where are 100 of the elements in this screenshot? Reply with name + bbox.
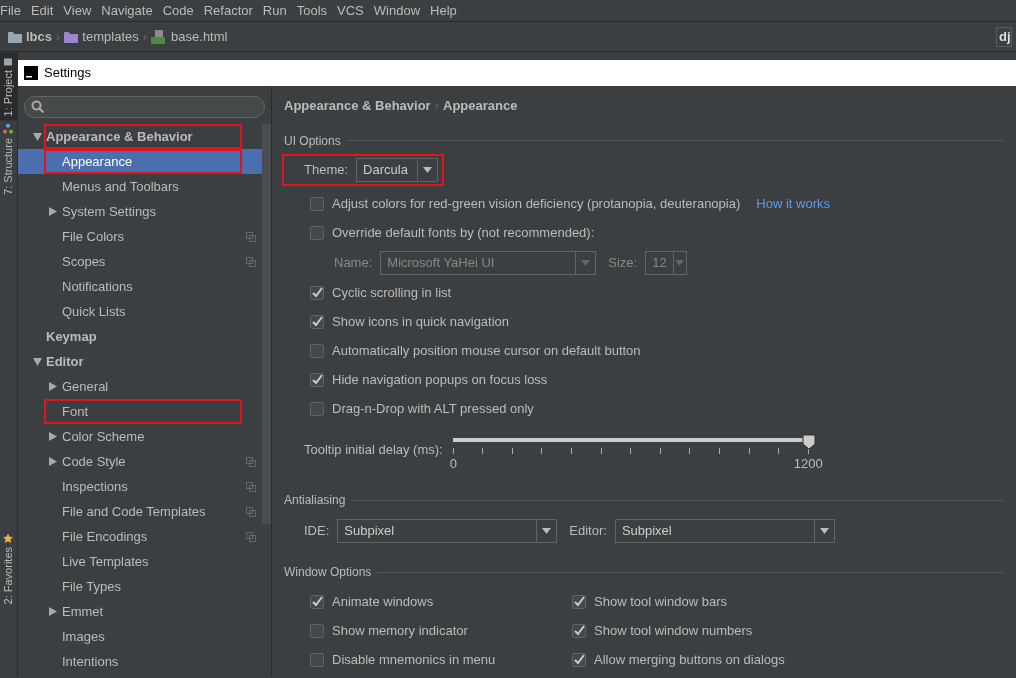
tool-window-tab[interactable]: 1: Project [0, 52, 17, 121]
menu-item[interactable]: Navigate [97, 0, 159, 21]
tree-item[interactable]: Menus and Toolbars [18, 174, 262, 199]
menu-item[interactable]: Code [158, 0, 200, 21]
copy-icon [246, 456, 256, 467]
tree-item[interactable]: Live Templates [18, 549, 262, 574]
checkbox[interactable] [572, 594, 586, 609]
menu-item[interactable]: File [0, 0, 27, 21]
copy-icon [246, 256, 256, 267]
menu-item[interactable]: Tools [292, 0, 334, 21]
collapsed-arrow-icon[interactable] [46, 382, 60, 391]
dropdown-arrow-icon[interactable] [542, 528, 552, 534]
checkbox-label: Automatically position mouse cursor on default button [332, 342, 641, 361]
theme-dropdown[interactable]: Darcula [356, 157, 439, 182]
tree-item[interactable]: File Colors [18, 224, 262, 249]
checkbox[interactable] [310, 226, 324, 240]
tree-item[interactable]: Quick Lists [18, 299, 262, 324]
checkbox-label: Show tool window numbers [594, 621, 753, 640]
field-label: Editor: [569, 522, 607, 541]
checkbox[interactable] [310, 402, 324, 416]
checkbox[interactable] [310, 652, 324, 667]
collapsed-arrow-icon[interactable] [46, 457, 60, 466]
checkbox[interactable] [310, 623, 324, 638]
tree-item[interactable]: File and Code Templates [18, 499, 262, 524]
slider-track[interactable] [452, 431, 816, 448]
tree-item[interactable]: Appearance [18, 149, 262, 174]
tool-window-tab[interactable]: 7: Structure [0, 120, 17, 200]
tree-item[interactable]: Notifications [18, 274, 262, 299]
slider-min-label: 0 [449, 454, 457, 473]
expanded-arrow-icon[interactable] [30, 357, 44, 366]
app-logo-icon [24, 66, 38, 80]
collapsed-arrow-icon[interactable] [46, 207, 60, 216]
tree-item[interactable]: Appearance & Behavior [18, 124, 262, 149]
tree-item[interactable]: Intentions [18, 649, 262, 674]
menu-item[interactable]: Refactor [199, 0, 259, 21]
tree-item[interactable]: Color Scheme [18, 424, 262, 449]
field-label: Size: [608, 254, 638, 273]
checkbox-label: Drag-n-Drop with ALT pressed only [332, 400, 534, 419]
tree-item[interactable]: Font [18, 399, 262, 424]
section-title: Antialiasing [284, 492, 346, 509]
expanded-arrow-icon[interactable] [30, 132, 44, 141]
checkbox[interactable] [310, 315, 324, 329]
antialiasing-dropdown[interactable]: Subpixel [337, 519, 558, 543]
tool-window-tab[interactable]: 2: Favorites [0, 529, 17, 609]
checkbox[interactable] [572, 652, 586, 667]
checkbox-label: Show icons in quick navigation [332, 313, 510, 332]
checkbox[interactable] [572, 623, 586, 638]
tree-item[interactable]: General [18, 374, 262, 399]
checkbox[interactable] [310, 286, 324, 300]
checkbox-label: Show memory indicator [332, 621, 468, 640]
copy-icon [246, 531, 256, 542]
breadcrumb-item[interactable]: lbcs [26, 21, 52, 52]
tree-item[interactable]: Images [18, 624, 262, 649]
tree-item[interactable]: Keymap [18, 324, 262, 349]
checkbox-label: Override default fonts by (not recommended): [332, 224, 595, 243]
tree-item[interactable]: Scopes [18, 249, 262, 274]
checkbox[interactable] [310, 594, 324, 609]
html-file-icon [151, 29, 168, 44]
field-label: Theme: [304, 160, 349, 179]
tree-item[interactable]: System Settings [18, 199, 262, 224]
menu-item[interactable]: Help [426, 0, 463, 21]
tree-item[interactable]: Editor [18, 349, 262, 374]
breadcrumb-item[interactable]: templates [82, 21, 139, 52]
collapsed-arrow-icon[interactable] [46, 607, 60, 616]
section-title: Window Options [284, 564, 372, 581]
checkbox-label: Animate windows [332, 592, 434, 611]
copy-icon [246, 231, 256, 242]
help-link[interactable]: How it works [756, 194, 830, 214]
menu-item[interactable]: Window [369, 0, 427, 21]
breadcrumb-item[interactable]: base.html [171, 21, 228, 52]
dropdown-arrow-icon[interactable] [819, 528, 829, 534]
checkbox[interactable] [310, 344, 324, 358]
checkbox-label: Disable mnemonics in menu [332, 650, 496, 669]
folder-icon [64, 30, 79, 43]
breadcrumb-separator: › [434, 97, 439, 115]
window-title: Settings [44, 64, 91, 83]
scrollbar[interactable] [262, 124, 271, 524]
menu-item[interactable]: Run [258, 0, 293, 21]
run-configuration[interactable]: dj [996, 26, 1012, 47]
search-icon [31, 100, 45, 114]
dropdown-arrow-icon[interactable] [423, 166, 433, 173]
tree-item[interactable]: File Encodings [18, 524, 262, 549]
checkbox[interactable] [310, 197, 324, 211]
checkbox[interactable] [310, 373, 324, 387]
breadcrumb-item: Appearance & Behavior [284, 97, 431, 115]
tree-item[interactable]: Emmet [18, 599, 262, 624]
menu-item[interactable]: VCS [333, 0, 370, 21]
folder-icon [3, 56, 14, 66]
checkbox-label: Adjust colors for red-green vision deficiency (protanopia, deuteranopia) [332, 195, 741, 214]
tree-item[interactable]: File Types [18, 574, 262, 599]
tree-item[interactable]: Inspections [18, 474, 262, 499]
menu-item[interactable]: View [59, 0, 98, 21]
field-label: Tooltip initial delay (ms): [304, 440, 443, 459]
menu-item[interactable]: Edit [26, 0, 60, 21]
antialiasing-dropdown[interactable]: Subpixel [614, 519, 835, 543]
breadcrumb-separator: › [56, 27, 61, 46]
tree-item[interactable]: Code Style [18, 449, 262, 474]
search-field[interactable] [24, 96, 265, 118]
slider-thumb[interactable] [801, 431, 816, 448]
collapsed-arrow-icon[interactable] [46, 432, 60, 441]
